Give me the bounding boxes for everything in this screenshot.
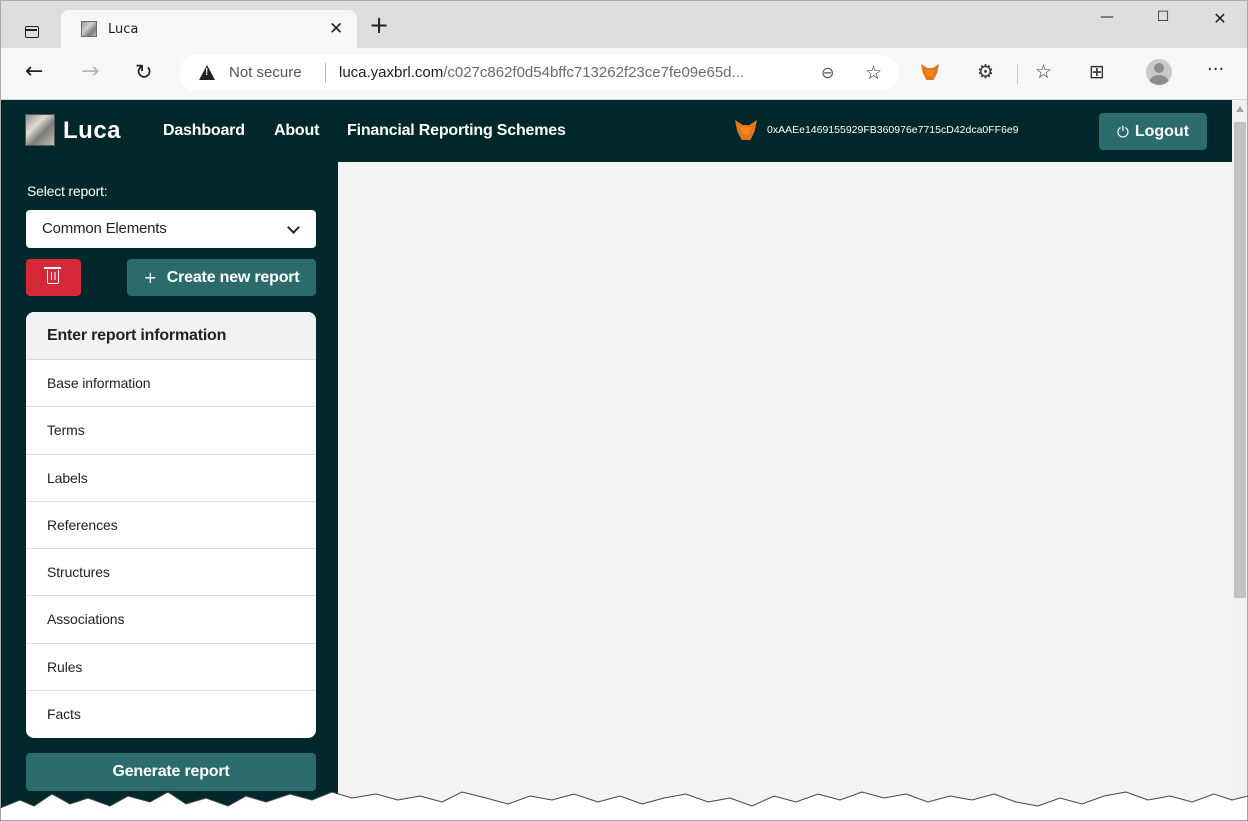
wallet-address: 0xAAEe1469155929FB360976e7715cD42dca0FF6… (767, 124, 1019, 136)
logout-label: Logout (1134, 122, 1190, 140)
menu-item-associations[interactable]: Associations (26, 596, 316, 644)
tab-actions-icon[interactable] (25, 26, 39, 38)
metamask-fox-icon (735, 120, 757, 145)
maximize-icon[interactable]: ☐ (1141, 9, 1185, 31)
logout-button[interactable]: ⏻ Logout (1099, 113, 1207, 150)
menu-item-structures[interactable]: Structures (26, 549, 316, 597)
main-content (338, 162, 1232, 821)
plus-icon: + (143, 268, 157, 287)
browser-tab[interactable]: Luca ✕ (61, 10, 357, 50)
minimize-icon[interactable]: — (1085, 9, 1129, 31)
scrollbar-thumb[interactable] (1234, 122, 1246, 598)
scroll-up-arrow-icon[interactable] (1236, 106, 1244, 112)
url-host: luca.yaxbrl.com (339, 64, 444, 81)
sidebar: Select report: Common Elements + Create … (0, 162, 338, 821)
close-tab-icon[interactable]: ✕ (329, 19, 343, 39)
url-text[interactable]: luca.yaxbrl.com/c027c862f0d54bffc713262f… (339, 64, 809, 81)
menu-item-references[interactable]: References (26, 502, 316, 550)
url-path: /c027c862f0d54bffc713262f23ce7fe09e65d..… (443, 64, 745, 81)
collections-icon[interactable]: ⊞ (1089, 60, 1105, 84)
back-arrow-icon[interactable]: ← (25, 60, 43, 84)
tab-title: Luca (108, 22, 139, 37)
metamask-extension-icon[interactable] (921, 62, 939, 86)
luca-favicon-icon (81, 21, 97, 37)
warning-icon (199, 65, 215, 80)
new-tab-icon[interactable]: + (369, 13, 389, 37)
menu-item-facts[interactable]: Facts (26, 691, 316, 738)
trash-icon (44, 267, 61, 284)
add-favorite-icon[interactable]: ☆ (865, 62, 882, 84)
delete-report-button[interactable] (26, 259, 81, 296)
app-header: Luca Dashboard About Financial Reporting… (0, 100, 1232, 162)
nav-about-link[interactable]: About (274, 122, 319, 140)
address-bar[interactable]: Not secure luca.yaxbrl.com/c027c862f0d54… (179, 55, 899, 91)
report-select[interactable]: Common Elements (26, 210, 316, 248)
window-close-icon[interactable]: ✕ (1198, 9, 1242, 31)
menu-item-terms[interactable]: Terms (26, 407, 316, 455)
nav-financial-reporting-schemes-link[interactable]: Financial Reporting Schemes (347, 122, 566, 140)
reload-icon[interactable]: ↻ (135, 60, 153, 84)
chevron-down-icon (287, 221, 300, 234)
security-label[interactable]: Not secure (229, 64, 302, 81)
page-scrollbar[interactable] (1232, 100, 1248, 821)
create-new-report-button[interactable]: + Create new report (127, 259, 316, 296)
torn-edge-decoration (0, 791, 1248, 821)
address-separator (325, 63, 326, 83)
report-info-card: Enter report information Base informatio… (26, 312, 316, 738)
card-title: Enter report information (26, 312, 316, 360)
menu-item-labels[interactable]: Labels (26, 455, 316, 502)
generate-report-button[interactable]: Generate report (26, 753, 316, 791)
extensions-icon[interactable]: ⚙ (977, 60, 994, 84)
brand-name[interactable]: Luca (63, 117, 121, 145)
nav-dashboard-link[interactable]: Dashboard (163, 122, 245, 140)
selected-report-value: Common Elements (42, 220, 167, 237)
more-icon[interactable]: ··· (1207, 58, 1224, 82)
forward-arrow-icon[interactable]: → (81, 60, 99, 84)
create-new-report-label: Create new report (166, 268, 300, 286)
menu-item-rules[interactable]: Rules (26, 644, 316, 692)
toolbar-separator (1017, 64, 1018, 84)
select-report-label: Select report: (27, 183, 108, 199)
browser-tab-bar: Luca ✕ + — ☐ ✕ (0, 0, 1248, 50)
profile-icon[interactable] (1146, 59, 1172, 85)
luca-logo-icon[interactable] (25, 114, 55, 146)
power-icon: ⏻ (1116, 122, 1129, 141)
menu-item-base-information[interactable]: Base information (26, 360, 316, 408)
favorites-icon[interactable]: ☆ (1035, 60, 1052, 84)
browser-toolbar: ← → ↻ Not secure luca.yaxbrl.com/c027c86… (0, 48, 1248, 100)
zoom-out-icon[interactable]: ⊖ (821, 63, 834, 82)
